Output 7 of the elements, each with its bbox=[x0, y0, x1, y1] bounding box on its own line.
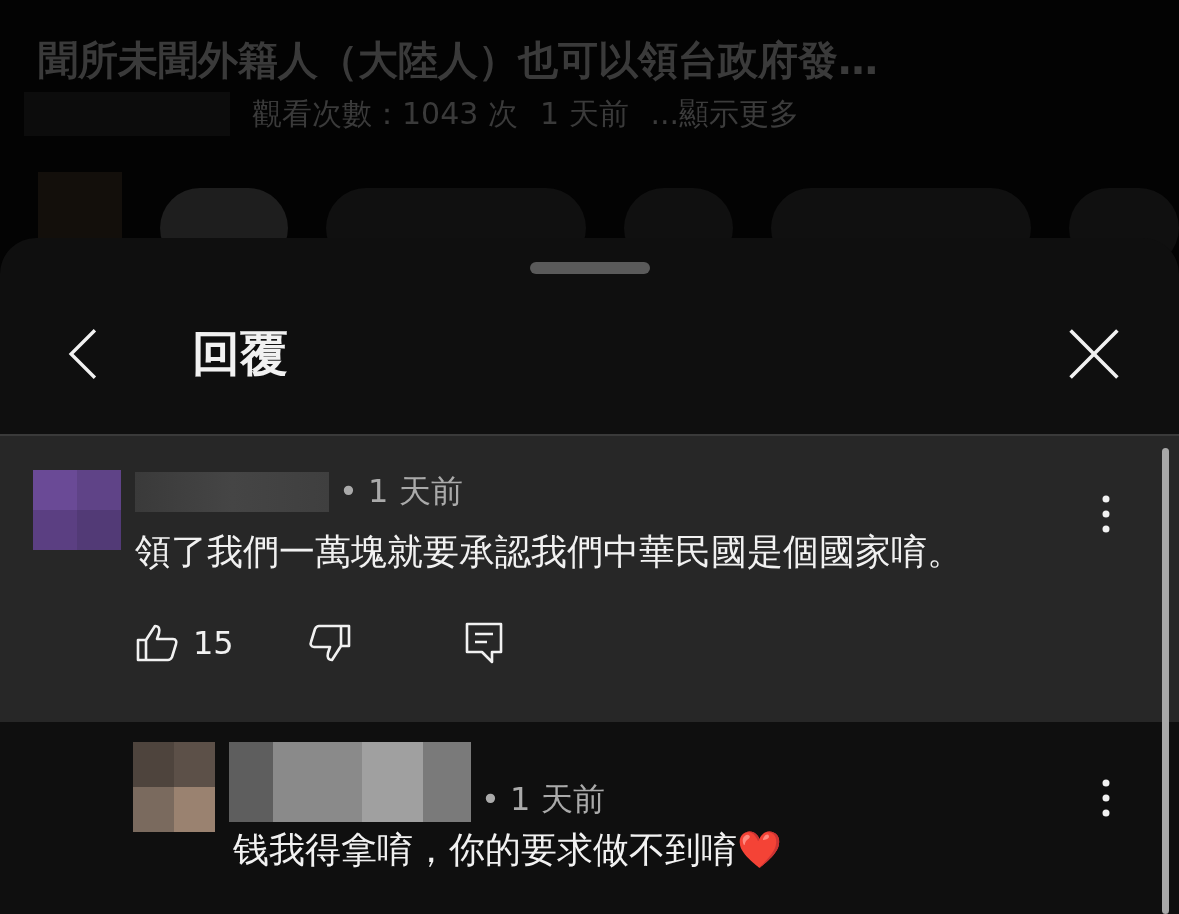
comment-time: • 1 天前 bbox=[339, 471, 463, 512]
reply-text: 钱我得拿唷，你的要求做不到唷❤ bbox=[233, 828, 783, 872]
reply-time: • 1 天前 bbox=[481, 779, 605, 820]
comment-text: 領了我們一萬塊就要承認我們中華民國是個國家唷。 bbox=[135, 530, 964, 574]
like-count: 15 bbox=[193, 624, 234, 662]
sheet-title: 回覆 bbox=[192, 324, 289, 383]
show-more-link[interactable]: ...顯示更多 bbox=[650, 93, 800, 135]
